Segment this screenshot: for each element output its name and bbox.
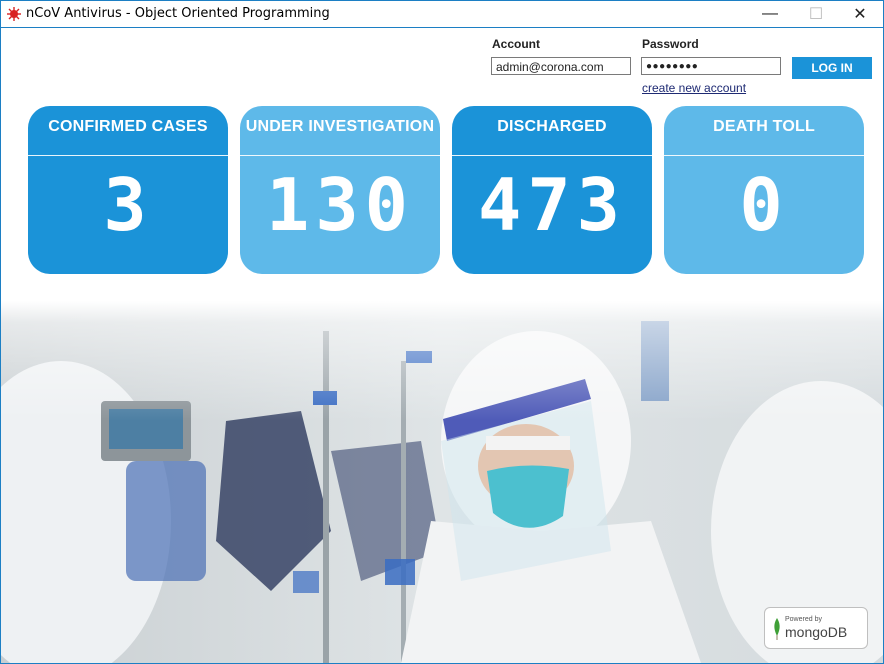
death-toll-card: DEATH TOLL 0 (664, 106, 864, 274)
medical-worker-photo (1, 301, 883, 663)
create-account-link[interactable]: create new account (642, 81, 746, 95)
mongodb-leaf-icon (774, 618, 780, 640)
maximize-button[interactable]: ☐ (793, 1, 839, 27)
card-label: UNDER INVESTIGATION (240, 106, 440, 156)
account-input[interactable]: admin@corona.com (491, 57, 631, 75)
close-button[interactable]: ✕ (837, 1, 883, 27)
app-window: nCoV Antivirus - Object Oriented Program… (0, 0, 884, 664)
virus-icon (7, 7, 21, 21)
title-bar[interactable]: nCoV Antivirus - Object Oriented Program… (1, 1, 883, 28)
mongodb-badge: Powered by mongoDB (764, 607, 868, 649)
card-value: 3 (103, 163, 153, 247)
mongodb-brand-text: mongoDB (785, 624, 848, 640)
card-label: DISCHARGED (452, 106, 652, 156)
card-value: 0 (739, 163, 789, 247)
confirmed-cases-card: CONFIRMED CASES 3 (28, 106, 228, 274)
window-title: nCoV Antivirus - Object Oriented Program… (26, 6, 330, 21)
card-value: 473 (477, 163, 627, 247)
minimize-button[interactable]: — (747, 1, 793, 27)
account-label: Account (492, 37, 540, 51)
card-value: 130 (265, 163, 415, 247)
under-investigation-card: UNDER INVESTIGATION 130 (240, 106, 440, 274)
discharged-card: DISCHARGED 473 (452, 106, 652, 274)
password-input[interactable]: ●●●●●●●● (641, 57, 781, 75)
card-label: DEATH TOLL (664, 106, 864, 156)
password-label: Password (642, 37, 699, 51)
powered-by-text: Powered by (785, 616, 822, 623)
login-button[interactable]: LOG IN (792, 57, 872, 79)
card-label: CONFIRMED CASES (28, 106, 228, 156)
